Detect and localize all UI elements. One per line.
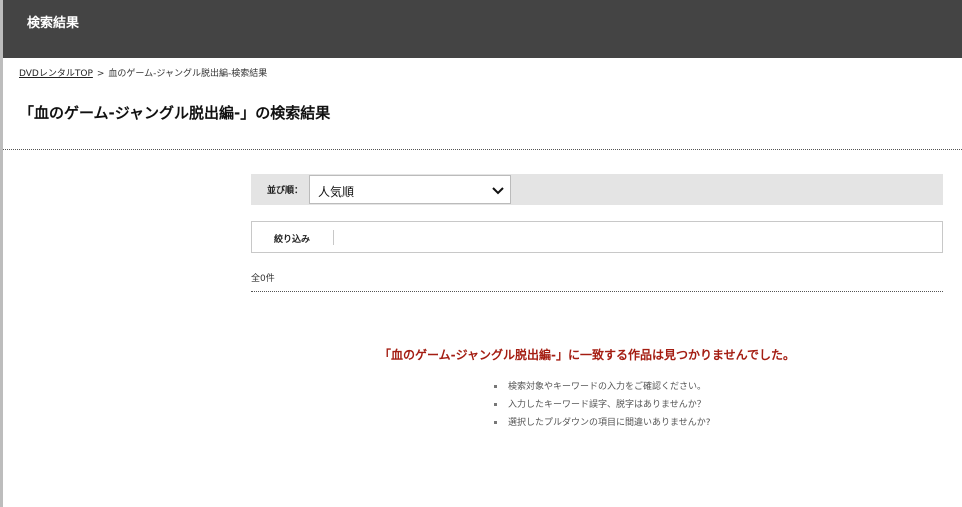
header-title: 検索結果	[27, 16, 80, 31]
filter-bar: 絞り込み	[251, 221, 943, 253]
breadcrumb-current: 血のゲーム-ジャングル脱出編-検索結果	[108, 69, 268, 79]
filter-label: 絞り込み	[274, 235, 311, 245]
no-results-message: 「血のゲーム-ジャングル脱出編-」に一致する作品は見つかりませんでした。	[379, 348, 796, 362]
search-tips-list: 検索対象やキーワードの入力をご確認ください。 入力したキーワード誤字、脱字はあり…	[494, 380, 711, 434]
search-tip-text: 選択したプルダウンの項目に間違いありませんか?	[508, 418, 711, 428]
search-tip: 検索対象やキーワードの入力をご確認ください。	[494, 380, 711, 398]
search-tip: 選択したプルダウンの項目に間違いありませんか?	[494, 416, 711, 434]
bullet-icon	[494, 403, 497, 406]
sort-label: 並び順：	[267, 186, 304, 196]
page-header: 検索結果	[3, 0, 962, 58]
bullet-icon	[494, 421, 497, 424]
search-tip-text: 検索対象やキーワードの入力をご確認ください。	[508, 382, 707, 392]
filter-divider	[333, 230, 334, 245]
search-tip-text: 入力したキーワード誤字、脱字はありませんか？	[508, 400, 706, 410]
window-left-border	[0, 0, 3, 507]
breadcrumb: DVDレンタルTOP > 血のゲーム-ジャングル脱出編-検索結果	[19, 66, 267, 79]
filter-button[interactable]: 絞り込み	[252, 222, 334, 252]
breadcrumb-separator: >	[96, 69, 105, 79]
results-divider	[251, 291, 943, 292]
sort-bar: 並び順： 人気順	[251, 174, 943, 205]
search-tip: 入力したキーワード誤字、脱字はありませんか？	[494, 398, 711, 416]
sort-selected-value: 人気順	[318, 185, 355, 199]
sort-order-select[interactable]: 人気順	[309, 175, 511, 204]
chevron-down-icon	[492, 187, 504, 195]
bullet-icon	[494, 385, 497, 388]
section-divider	[3, 149, 962, 150]
page-title: 「血のゲーム-ジャングル脱出編-」の検索結果	[19, 104, 331, 122]
breadcrumb-home-link[interactable]: DVDレンタルTOP	[19, 69, 93, 79]
result-count: 全0件	[251, 274, 275, 284]
